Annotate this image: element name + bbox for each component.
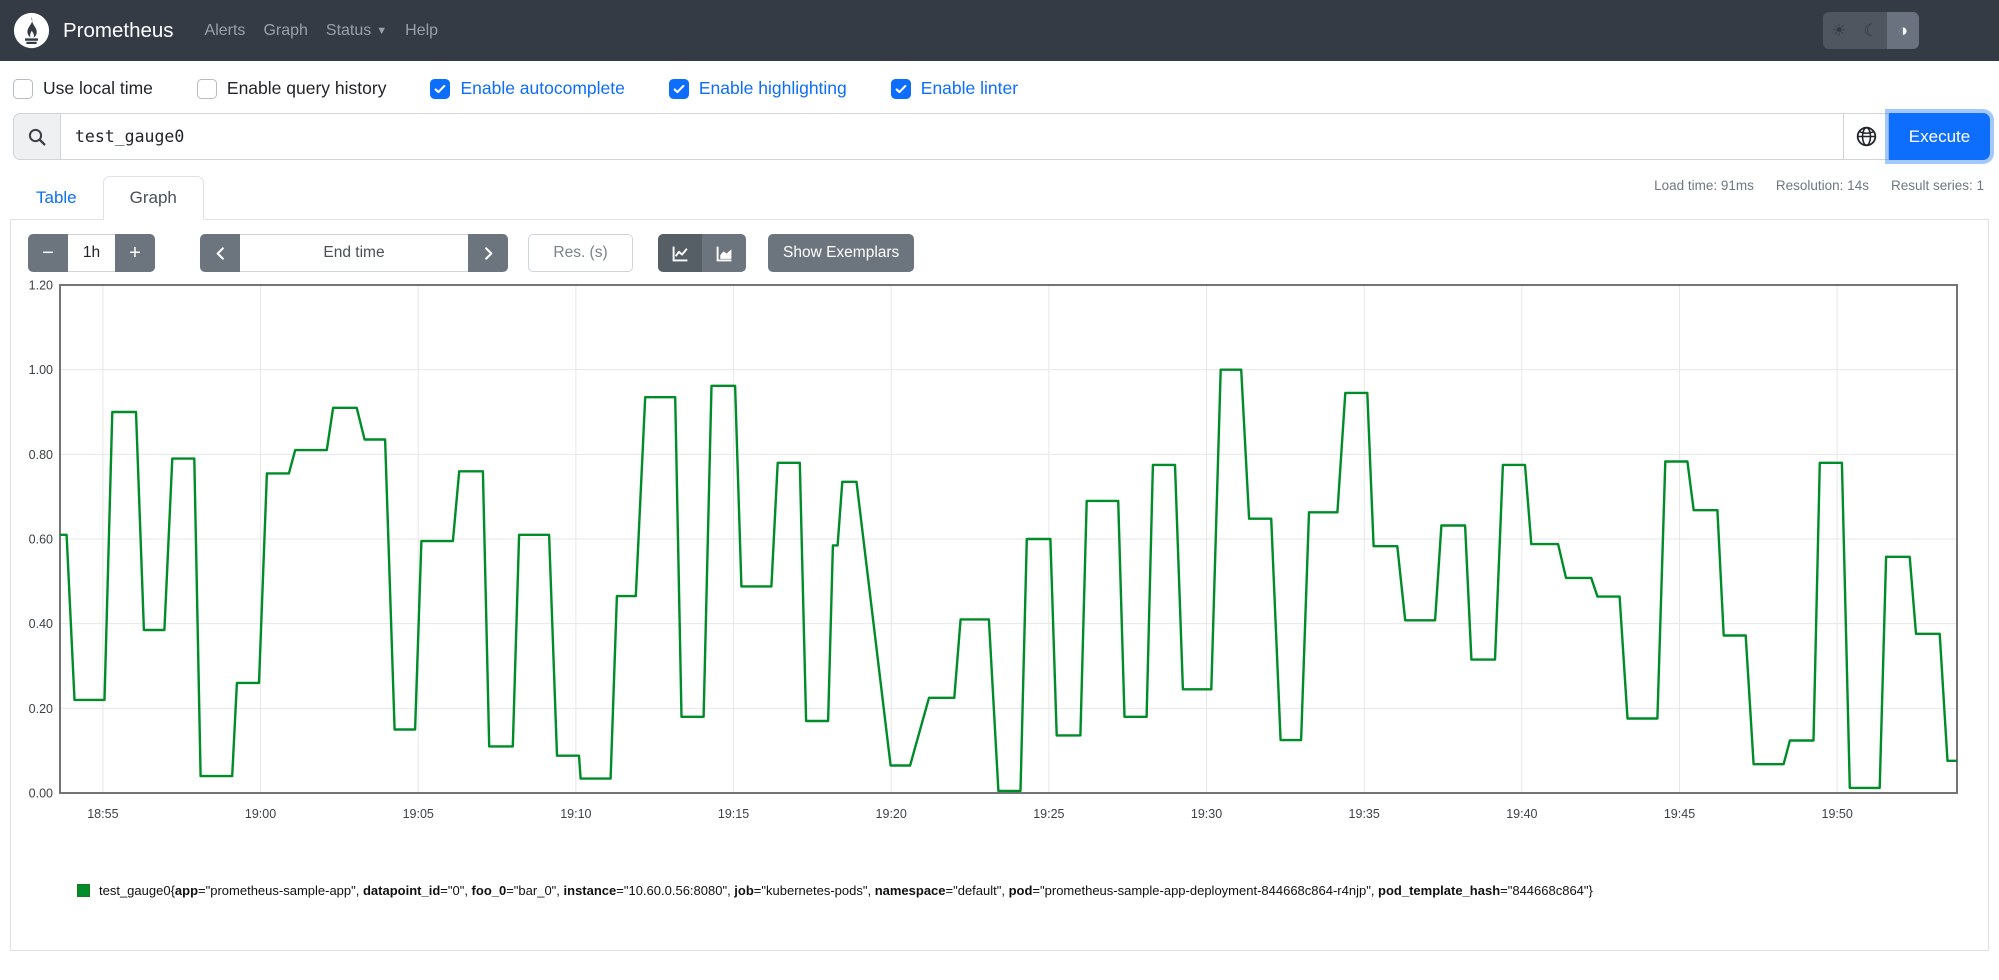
svg-text:19:45: 19:45 bbox=[1664, 807, 1695, 821]
legend-item[interactable]: test_gauge0{app="prometheus-sample-app",… bbox=[77, 883, 1988, 898]
svg-text:18:55: 18:55 bbox=[87, 807, 118, 821]
end-time-group bbox=[200, 234, 508, 272]
sun-icon: ☀ bbox=[1831, 20, 1847, 40]
line-chart-button[interactable] bbox=[658, 234, 702, 272]
checkbox-icon bbox=[668, 78, 689, 99]
svg-text:19:25: 19:25 bbox=[1033, 807, 1064, 821]
stacked-chart-icon bbox=[716, 246, 731, 261]
chart-area: 0.00 0.20 0.40 0.60 0.80 1.00 1.20 18:55 19:00 19… bbox=[21, 278, 1988, 833]
svg-text:19:00: 19:00 bbox=[245, 807, 276, 821]
nav-link-status[interactable]: Status ▼ bbox=[317, 22, 396, 40]
grid-and-axes: 0.00 0.20 0.40 0.60 0.80 1.00 1.20 18:55 19:00 19… bbox=[29, 279, 1958, 821]
tab-table[interactable]: Table bbox=[10, 177, 103, 219]
range-group: − + bbox=[28, 234, 155, 272]
chevron-down-icon: ▼ bbox=[376, 24, 388, 37]
svg-text:19:20: 19:20 bbox=[876, 807, 907, 821]
graph-controls: − + Show Exemplars bbox=[11, 220, 1988, 272]
metrics-explorer-button[interactable] bbox=[1844, 113, 1889, 160]
checkbox-enable-query-history[interactable]: Enable query history bbox=[196, 78, 386, 99]
prometheus-logo-icon bbox=[13, 12, 50, 49]
checkbox-enable-highlighting[interactable]: Enable highlighting bbox=[668, 78, 847, 99]
stacked-chart-button[interactable] bbox=[702, 234, 746, 272]
moon-icon: ☾ bbox=[1863, 20, 1879, 40]
checkbox-icon bbox=[890, 78, 911, 99]
navbar: Prometheus Alerts Graph Status ▼ Help ☀ ☾… bbox=[0, 0, 1999, 61]
graph-plot[interactable]: 0.00 0.20 0.40 0.60 0.80 1.00 1.20 18:55 19:00 19… bbox=[21, 278, 1971, 828]
svg-text:1.00: 1.00 bbox=[29, 363, 53, 377]
svg-text:19:30: 19:30 bbox=[1191, 807, 1222, 821]
increase-range-button[interactable]: + bbox=[115, 234, 155, 272]
end-time-input[interactable] bbox=[240, 234, 468, 272]
resolution-input[interactable] bbox=[528, 234, 633, 272]
range-input[interactable] bbox=[68, 234, 115, 272]
chart-type-toggle bbox=[658, 234, 746, 272]
globe-icon bbox=[1856, 126, 1876, 147]
svg-text:19:40: 19:40 bbox=[1506, 807, 1537, 821]
show-exemplars-button[interactable]: Show Exemplars bbox=[768, 234, 915, 272]
svg-text:0.40: 0.40 bbox=[29, 617, 53, 631]
checkbox-enable-autocomplete[interactable]: Enable autocomplete bbox=[430, 78, 625, 99]
svg-text:0.60: 0.60 bbox=[29, 533, 53, 547]
theme-toggle: ☀ ☾ ◑ bbox=[1823, 12, 1919, 49]
svg-text:0.20: 0.20 bbox=[29, 702, 53, 716]
search-icon bbox=[13, 113, 60, 160]
light-theme-button[interactable]: ☀ bbox=[1823, 12, 1855, 49]
chevron-right-icon bbox=[484, 246, 492, 260]
series-line bbox=[60, 368, 1957, 793]
back-time-button[interactable] bbox=[200, 234, 240, 272]
chevron-left-icon bbox=[216, 246, 224, 260]
load-time: Load time: 91ms bbox=[1654, 178, 1754, 193]
nav-link-graph[interactable]: Graph bbox=[254, 22, 316, 40]
auto-theme-button[interactable]: ◑ bbox=[1887, 12, 1919, 49]
svg-text:1.20: 1.20 bbox=[29, 279, 53, 293]
graph-panel: − + Show Exemplars 0.00 0.20 0.40 0.60 0.80 1… bbox=[10, 220, 1989, 951]
checkbox-icon bbox=[196, 78, 217, 99]
half-circle-icon: ◑ bbox=[1897, 20, 1909, 40]
svg-text:0.80: 0.80 bbox=[29, 448, 53, 462]
resolution: Resolution: 14s bbox=[1775, 178, 1869, 193]
result-tabs: Table Graph Load time: 91ms Resolution: … bbox=[10, 172, 1989, 220]
dark-theme-button[interactable]: ☾ bbox=[1855, 12, 1887, 49]
nav-link-help[interactable]: Help bbox=[396, 22, 447, 40]
checkbox-icon bbox=[430, 78, 451, 99]
query-bar: Execute bbox=[13, 113, 1990, 160]
svg-text:19:50: 19:50 bbox=[1822, 807, 1853, 821]
nav-links: Alerts Graph Status ▼ Help bbox=[196, 22, 448, 40]
result-series: Result series: 1 bbox=[1890, 178, 1984, 193]
line-chart-icon bbox=[672, 246, 688, 261]
svg-text:0.00: 0.00 bbox=[29, 787, 53, 801]
settings-row: Use local time Enable query history Enab… bbox=[13, 78, 1999, 99]
query-stats: Load time: 91ms Resolution: 14s Result s… bbox=[1654, 178, 1984, 193]
svg-text:19:10: 19:10 bbox=[560, 807, 591, 821]
decrease-range-button[interactable]: − bbox=[28, 234, 68, 272]
svg-text:19:35: 19:35 bbox=[1349, 807, 1380, 821]
tab-graph[interactable]: Graph bbox=[102, 176, 204, 220]
app-title: Prometheus bbox=[63, 18, 174, 42]
nav-link-alerts[interactable]: Alerts bbox=[196, 22, 255, 40]
forward-time-button[interactable] bbox=[468, 234, 508, 272]
svg-text:19:15: 19:15 bbox=[718, 807, 749, 821]
svg-text:19:05: 19:05 bbox=[403, 807, 434, 821]
legend-label: test_gauge0{app="prometheus-sample-app",… bbox=[99, 883, 1593, 898]
prometheus-app: { "colors": { "accent": "#0d6efd", "navb… bbox=[0, 0, 1999, 980]
checkbox-icon bbox=[13, 78, 33, 99]
checkbox-enable-linter[interactable]: Enable linter bbox=[890, 78, 1018, 99]
expression-input[interactable] bbox=[60, 113, 1844, 160]
execute-button[interactable]: Execute bbox=[1889, 113, 1990, 160]
checkbox-use-local-time[interactable]: Use local time bbox=[13, 78, 153, 99]
series-color-swatch bbox=[77, 884, 90, 897]
